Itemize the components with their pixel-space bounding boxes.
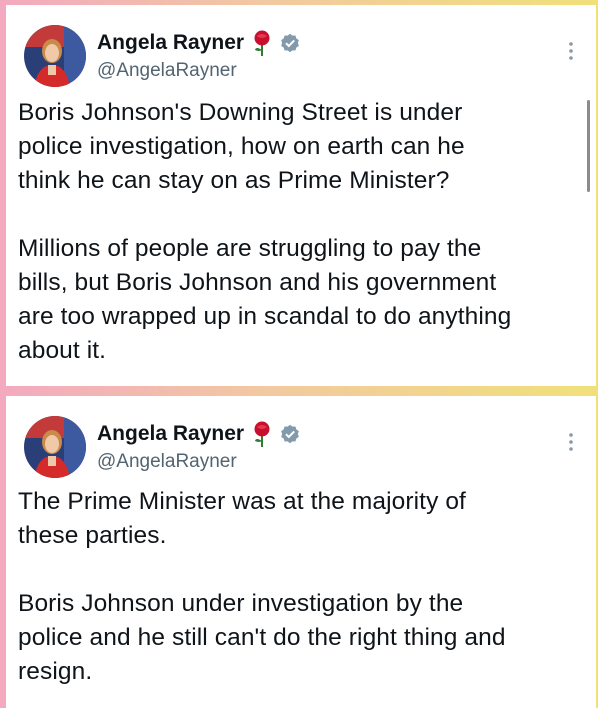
rose-icon [251,30,273,56]
author-handle[interactable]: @AngelaRayner [97,451,237,473]
author-name[interactable]: Angela Rayner [97,422,244,446]
text-line: are too wrapped up in scandal to do anyt… [18,303,512,330]
text-line: police and he still can't do the right t… [18,624,506,651]
tweet-paragraph: Boris Johnson's Downing Street is under … [18,96,578,198]
text-line: bills, but Boris Johnson and his governm… [18,269,497,296]
rose-icon [251,421,273,447]
scrollbar[interactable] [587,100,590,192]
tweet-text: The Prime Minister was at the majority o… [18,485,578,689]
tweet-paragraph: Boris Johnson under investigation by the… [18,587,578,689]
text-line: think he can stay on as Prime Minister? [18,167,450,194]
avatar[interactable] [24,25,86,87]
verified-icon [280,33,300,53]
text-line: about it. [18,337,107,364]
author-handle[interactable]: @AngelaRayner [97,60,237,82]
text-line: these parties. [18,522,167,549]
tweet-paragraph: The Prime Minister was at the majority o… [18,485,578,553]
text-line: The Prime Minister was at the majority o… [18,488,466,515]
author-name[interactable]: Angela Rayner [97,31,244,55]
tweet-paragraph: Millions of people are struggling to pay… [18,232,578,368]
text-line: Boris Johnson under investigation by the [18,590,464,617]
text-line: Millions of people are struggling to pay… [18,235,482,262]
verified-icon [280,424,300,444]
text-line: Boris Johnson's Downing Street is under [18,99,463,126]
tweet-text: Boris Johnson's Downing Street is under … [18,96,578,368]
more-options-icon[interactable] [568,432,574,452]
text-line: police investigation, how on earth can h… [18,133,465,160]
more-options-icon[interactable] [568,41,574,61]
text-line: resign. [18,658,93,685]
avatar[interactable] [24,416,86,478]
